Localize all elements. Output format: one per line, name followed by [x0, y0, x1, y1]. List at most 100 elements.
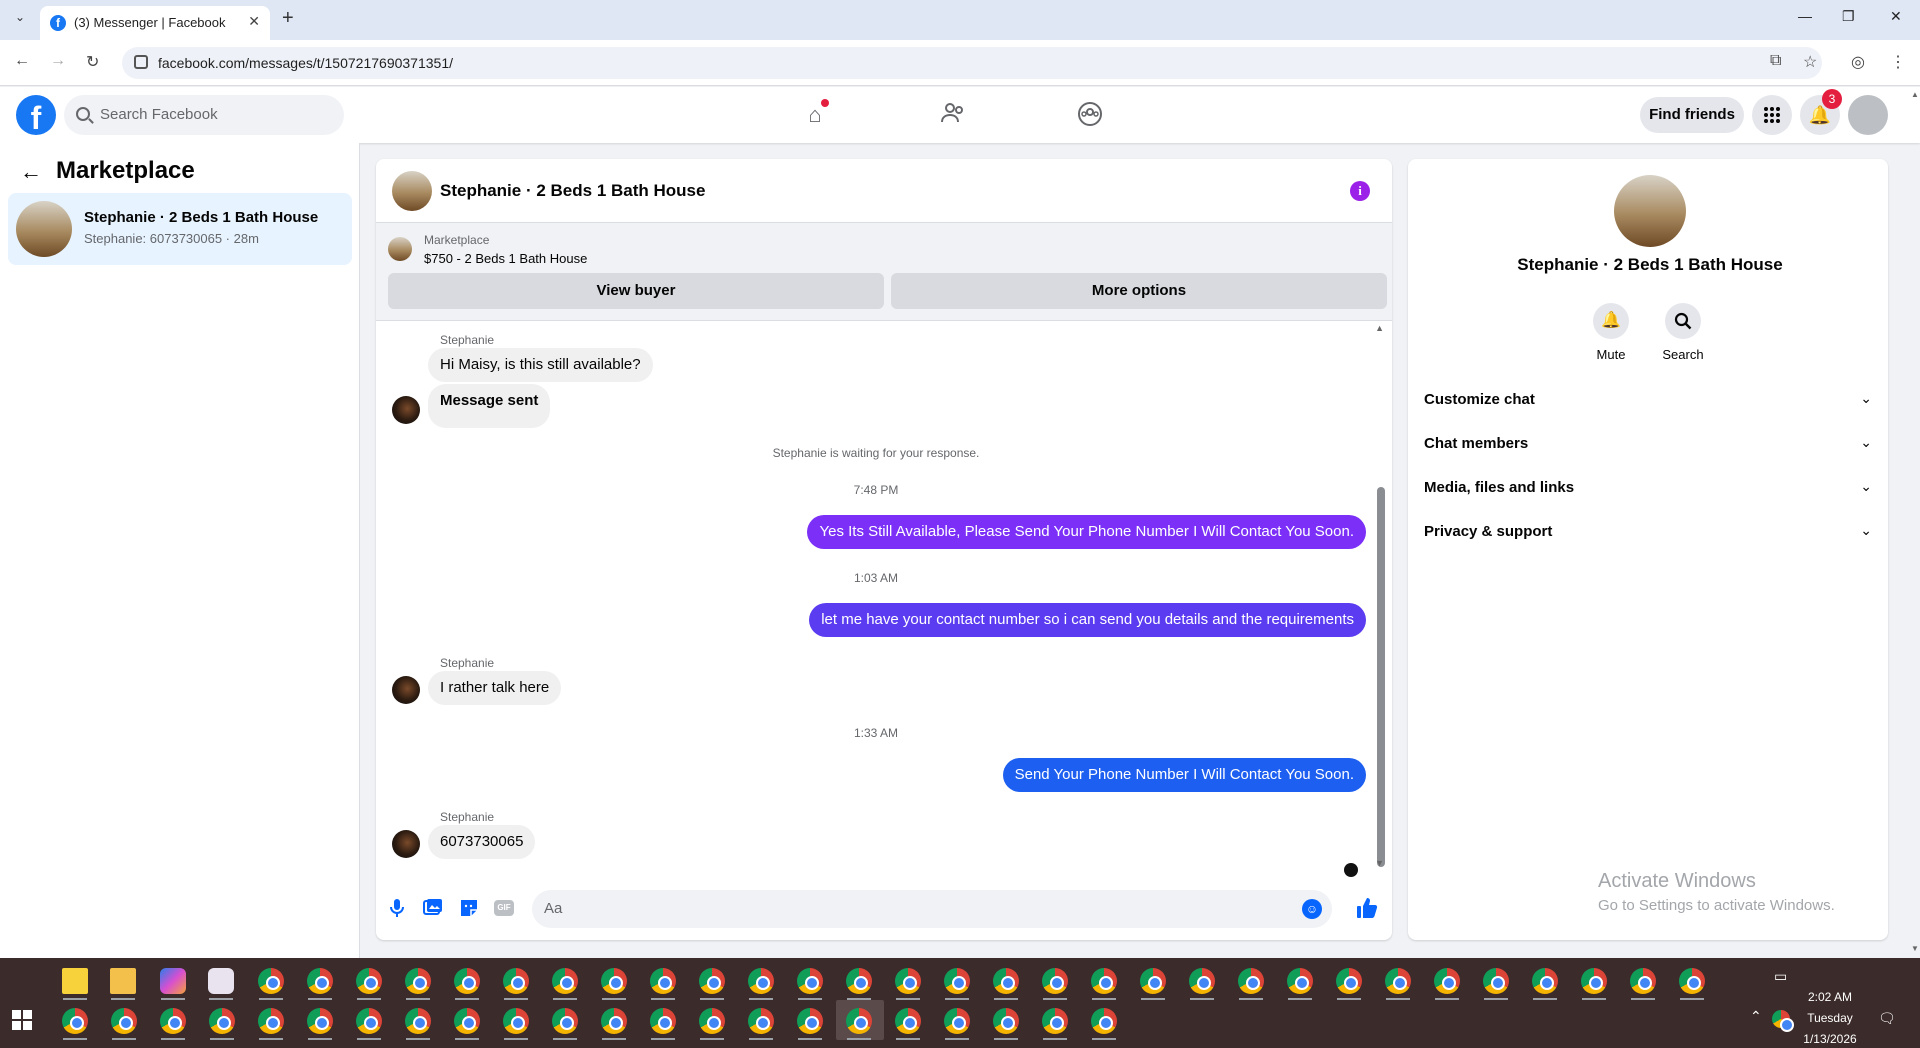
chrome-window-icon[interactable]: [699, 1008, 725, 1034]
chrome-window-icon[interactable]: [62, 1008, 88, 1034]
chrome-window-icon[interactable]: [1091, 1008, 1117, 1034]
url-text[interactable]: facebook.com/messages/t/1507217690371351…: [158, 55, 453, 71]
tray-display-icon[interactable]: ▭: [1774, 968, 1787, 985]
chrome-window-icon[interactable]: [944, 1008, 970, 1034]
chrome-window-icon[interactable]: [1434, 968, 1460, 994]
chrome-window-icon[interactable]: [209, 1008, 235, 1034]
chrome-window-icon[interactable]: [699, 968, 725, 994]
chrome-window-icon[interactable]: [1091, 968, 1117, 994]
page-scroll-up-icon[interactable]: ▲: [1911, 90, 1919, 99]
tab-search-chevron-icon[interactable]: ⌄: [8, 10, 32, 30]
home-icon[interactable]: ⌂: [801, 99, 829, 129]
chrome-window-icon[interactable]: [1385, 968, 1411, 994]
outgoing-message[interactable]: let me have your contact number so i can…: [809, 603, 1366, 637]
scroll-down-arrow-icon[interactable]: ▼: [1375, 858, 1384, 868]
chrome-window-icon[interactable]: [356, 1008, 382, 1034]
incoming-message[interactable]: Message sent: [428, 384, 551, 428]
chrome-window-icon[interactable]: [797, 1008, 823, 1034]
chrome-window-icon[interactable]: [944, 968, 970, 994]
conversation-info-icon[interactable]: i: [1350, 181, 1370, 201]
chrome-window-icon[interactable]: [895, 968, 921, 994]
mute-button[interactable]: 🔔 Mute: [1571, 303, 1651, 362]
tray-chrome-icon[interactable]: [1772, 1010, 1794, 1032]
media-files-links-section[interactable]: Media, files and links ⌄: [1424, 467, 1872, 511]
chrome-window-icon[interactable]: [503, 968, 529, 994]
chrome-window-icon[interactable]: [846, 1008, 872, 1034]
chat-title[interactable]: Stephanie · 2 Beds 1 Bath House: [440, 181, 705, 201]
find-friends-button[interactable]: Find friends: [1640, 97, 1744, 133]
new-tab-icon[interactable]: +: [282, 7, 294, 30]
minimize-icon[interactable]: —: [1798, 8, 1812, 24]
chrome-window-icon[interactable]: [258, 968, 284, 994]
sender-avatar[interactable]: [392, 676, 420, 704]
paint-icon[interactable]: [208, 968, 234, 994]
emoji-icon[interactable]: ☺: [1302, 899, 1322, 919]
chrome-window-icon[interactable]: [1679, 968, 1705, 994]
chrome-window-icon[interactable]: [1581, 968, 1607, 994]
scroll-up-arrow-icon[interactable]: ▲: [1375, 323, 1384, 333]
url-field[interactable]: facebook.com/messages/t/1507217690371351…: [122, 47, 1822, 79]
chrome-window-icon[interactable]: [846, 968, 872, 994]
message-input[interactable]: Aa ☺: [532, 890, 1332, 928]
sender-avatar[interactable]: [392, 396, 420, 424]
tray-expand-icon[interactable]: ⌃: [1750, 1008, 1762, 1025]
back-icon[interactable]: ←: [14, 52, 30, 70]
chrome-window-icon[interactable]: [1238, 968, 1264, 994]
chrome-window-icon[interactable]: [1042, 1008, 1068, 1034]
windows-start-icon[interactable]: [12, 1010, 32, 1030]
chat-members-section[interactable]: Chat members ⌄: [1424, 423, 1872, 467]
clock-date[interactable]: 1/13/2026: [1800, 1032, 1860, 1046]
incoming-message[interactable]: I rather talk here: [428, 671, 562, 705]
chrome-window-icon[interactable]: [1532, 968, 1558, 994]
chrome-window-icon[interactable]: [895, 1008, 921, 1034]
chrome-window-icon[interactable]: [552, 1008, 578, 1034]
chrome-window-icon[interactable]: [748, 1008, 774, 1034]
chrome-window-icon[interactable]: [993, 968, 1019, 994]
chrome-window-icon[interactable]: [601, 1008, 627, 1034]
view-buyer-button[interactable]: View buyer: [388, 273, 884, 309]
tab-close-icon[interactable]: ✕: [248, 13, 260, 30]
chrome-window-icon[interactable]: [797, 968, 823, 994]
chrome-window-icon[interactable]: [307, 1008, 333, 1034]
thumbs-up-icon[interactable]: [1356, 897, 1378, 925]
browser-menu-icon[interactable]: ⋮: [1890, 52, 1906, 72]
customize-chat-section[interactable]: Customize chat ⌄: [1424, 379, 1872, 423]
photo-icon[interactable]: [422, 898, 444, 920]
install-app-icon[interactable]: ⧉: [1770, 52, 1781, 70]
clock-time[interactable]: 2:02 AM: [1800, 990, 1860, 1004]
banner-item[interactable]: $750 - 2 Beds 1 Bath House: [424, 251, 587, 266]
site-info-icon[interactable]: [134, 55, 148, 69]
chrome-window-icon[interactable]: [405, 968, 431, 994]
back-arrow-icon[interactable]: ←: [20, 159, 42, 185]
conversation-item[interactable]: Stephanie · 2 Beds 1 Bath House Stephani…: [8, 193, 352, 265]
outgoing-message[interactable]: Yes Its Still Available, Please Send You…: [807, 515, 1366, 549]
chrome-window-icon[interactable]: [1483, 968, 1509, 994]
chrome-window-icon[interactable]: [454, 968, 480, 994]
privacy-support-section[interactable]: Privacy & support ⌄: [1424, 511, 1872, 555]
details-thumbnail[interactable]: [1614, 175, 1686, 247]
browser-tab[interactable]: f (3) Messenger | Facebook ✕: [40, 6, 270, 40]
more-options-button[interactable]: More options: [891, 273, 1387, 309]
bookmark-star-icon[interactable]: ☆: [1803, 52, 1817, 72]
sticker-icon[interactable]: [458, 898, 480, 920]
chrome-window-icon[interactable]: [1336, 968, 1362, 994]
page-scroll-down-icon[interactable]: ▼: [1911, 944, 1919, 953]
friends-icon[interactable]: [939, 101, 967, 129]
search-conversation-button[interactable]: Search: [1643, 303, 1723, 362]
notification-center-icon[interactable]: 🗨: [1878, 1010, 1896, 1027]
reload-icon[interactable]: ↻: [86, 52, 99, 72]
forward-icon[interactable]: →: [50, 52, 66, 70]
incoming-message[interactable]: 6073730065: [428, 825, 536, 859]
chrome-window-icon[interactable]: [454, 1008, 480, 1034]
facebook-logo-icon[interactable]: f: [16, 95, 56, 136]
chrome-window-icon[interactable]: [1189, 968, 1215, 994]
profile-icon[interactable]: ◎: [1851, 52, 1865, 72]
chat-thumbnail[interactable]: [392, 171, 432, 211]
chrome-window-icon[interactable]: [258, 1008, 284, 1034]
facebook-search-input[interactable]: Search Facebook: [64, 95, 344, 135]
chrome-window-icon[interactable]: [1042, 968, 1068, 994]
account-avatar[interactable]: [1848, 95, 1888, 135]
menu-grid-icon[interactable]: [1752, 95, 1792, 135]
restore-icon[interactable]: ❐: [1842, 8, 1855, 25]
chrome-window-icon[interactable]: [307, 968, 333, 994]
